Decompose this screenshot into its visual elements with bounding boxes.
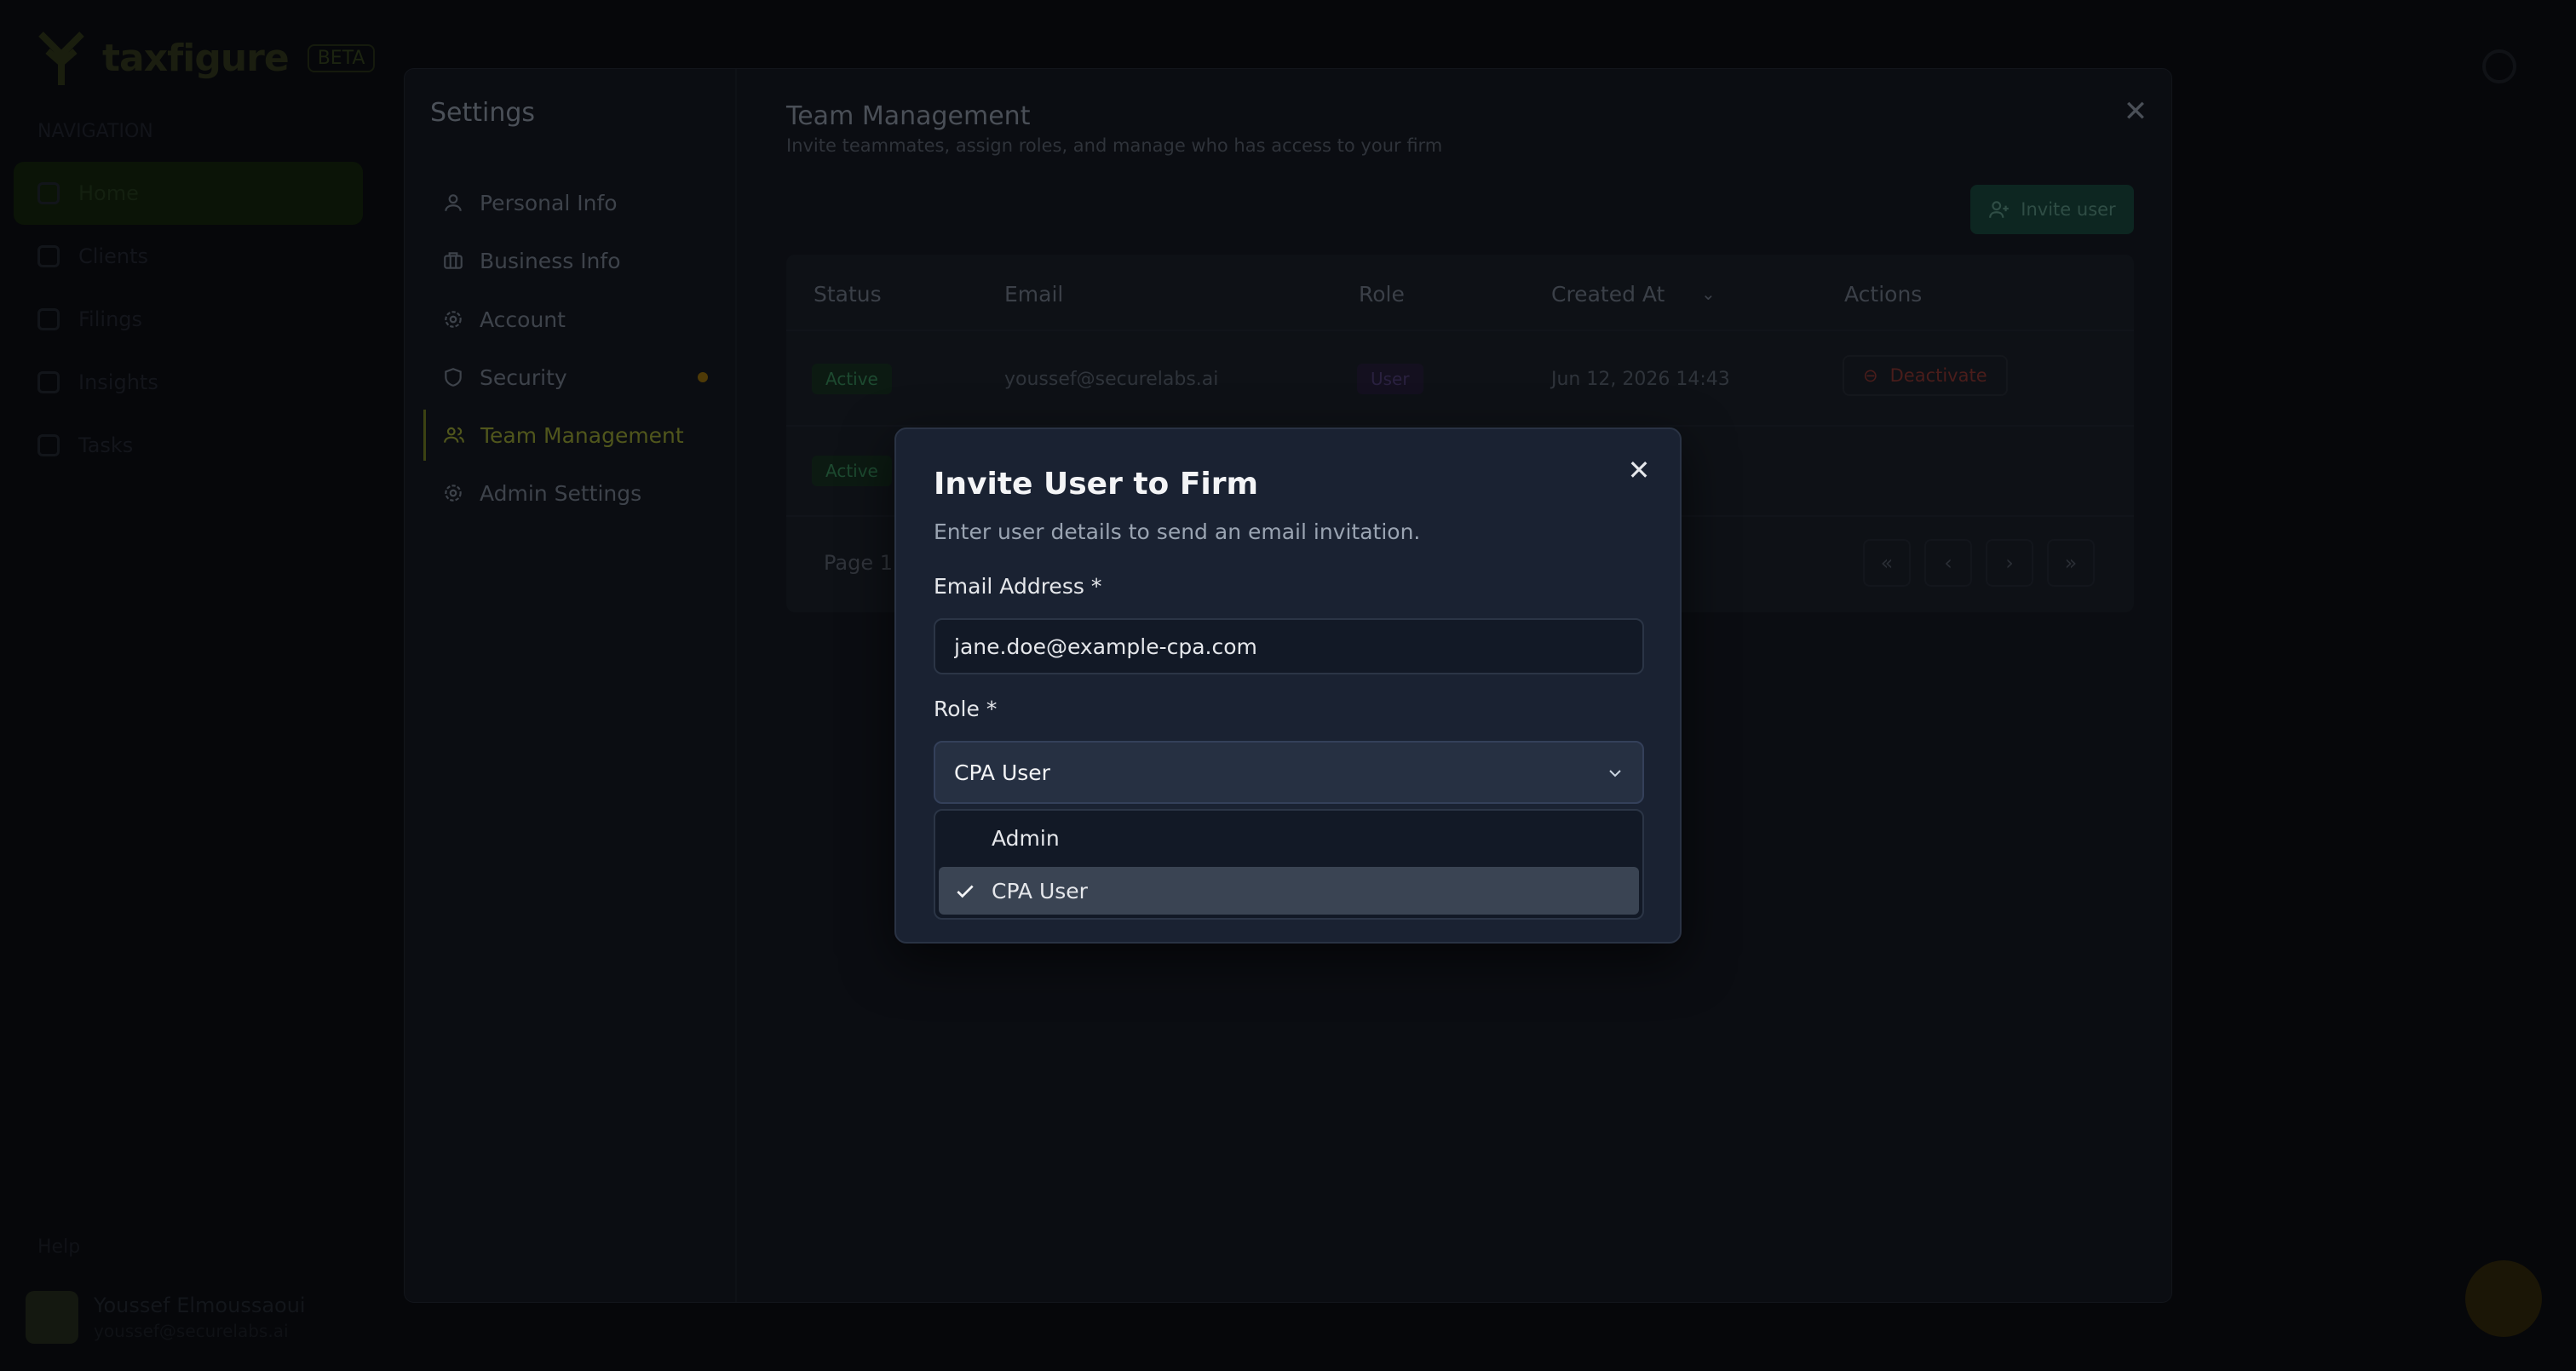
filings-icon <box>37 308 60 330</box>
role-dropdown: Admin CPA User <box>934 809 1644 920</box>
chevron-down-icon <box>1609 770 1621 777</box>
app-nav-item-filings[interactable]: Filings <box>14 288 363 351</box>
briefcase-icon <box>444 252 463 269</box>
close-icon[interactable]: ✕ <box>1622 453 1656 487</box>
settings-title: Settings <box>430 98 536 128</box>
role-option-cpa-user[interactable]: CPA User <box>939 867 1639 915</box>
user-icon <box>445 194 462 211</box>
settings-item-label: Personal Info <box>480 190 618 215</box>
role-select[interactable]: CPA User <box>934 741 1644 804</box>
user-minus-icon: ⊖ <box>1863 365 1878 386</box>
app-nav-label: Clients <box>78 244 148 268</box>
modal-title: Invite User to Firm <box>934 467 1259 502</box>
nav-caption: NAVIGATION <box>37 121 153 142</box>
check-icon <box>957 885 974 898</box>
app-nav-item-tasks[interactable]: Tasks <box>14 414 363 477</box>
modal-subtitle: Enter user details to send an email invi… <box>934 519 1421 544</box>
column-email: Email <box>1004 282 1064 307</box>
settings-item-label: Security <box>480 364 567 390</box>
security-alert-dot <box>698 372 708 382</box>
status-badge: Active <box>812 364 892 394</box>
avatar <box>26 1291 78 1344</box>
settings-item-label: Admin Settings <box>480 480 642 506</box>
page-title: Team Management <box>786 101 1031 131</box>
row-divider <box>786 425 2134 427</box>
invite-user-modal: Invite User to Firm Enter user details t… <box>894 427 1682 944</box>
role-option-admin[interactable]: Admin <box>939 814 1639 862</box>
shield-icon <box>445 368 462 387</box>
app-nav-label: Tasks <box>78 433 134 457</box>
app-nav-item-home[interactable]: Home <box>14 162 363 225</box>
clients-icon <box>37 245 60 267</box>
settings-item-team-management[interactable]: Team Management <box>423 410 713 461</box>
prev-page-button[interactable]: ‹ <box>1924 539 1972 587</box>
settings-item-label: Business Info <box>480 248 621 273</box>
gear-icon[interactable] <box>2482 49 2516 83</box>
settings-item-label: Account <box>480 307 566 332</box>
settings-item-business-info[interactable]: Business Info <box>425 235 715 286</box>
help-link[interactable]: Help <box>37 1236 80 1258</box>
app-nav-label: Insights <box>78 370 158 394</box>
user-profile[interactable]: Youssef Elmoussaoui youssef@securelabs.a… <box>26 1291 306 1344</box>
users-icon <box>444 427 464 443</box>
role-badge: User <box>1357 364 1423 394</box>
column-created-at[interactable]: Created At <box>1551 282 1665 307</box>
settings-sidebar: Settings Personal Info Business Info Acc… <box>405 69 737 1302</box>
app-nav-item-clients[interactable]: Clients <box>14 225 363 288</box>
deactivate-button[interactable]: ⊖ Deactivate <box>1843 355 2008 396</box>
role-option-label: CPA User <box>992 878 1088 903</box>
column-status: Status <box>814 282 882 307</box>
user-email: youssef@securelabs.ai <box>94 1321 289 1341</box>
settings-item-personal-info[interactable]: Personal Info <box>425 177 715 228</box>
insights-icon <box>37 371 60 393</box>
tasks-icon <box>37 434 60 456</box>
column-role: Role <box>1359 282 1405 307</box>
settings-item-security[interactable]: Security <box>425 352 715 403</box>
brand-badge: BETA <box>307 43 376 72</box>
logo: taxfigure BETA <box>32 29 376 87</box>
app-nav-label: Home <box>78 181 139 205</box>
invite-user-button[interactable]: Invite user <box>1970 185 2134 234</box>
home-icon <box>37 182 60 204</box>
row-created-at: Jun 12, 2026 14:43 <box>1551 369 1730 390</box>
app-nav: Home Clients Filings Insights Tasks <box>14 162 363 477</box>
logo-icon <box>38 32 84 85</box>
chat-button[interactable] <box>2465 1260 2542 1337</box>
email-label: Email Address * <box>934 574 1102 599</box>
user-plus-icon <box>1989 201 2010 218</box>
app-nav-item-insights[interactable]: Insights <box>14 351 363 414</box>
row-email: youssef@securelabs.ai <box>1004 369 1219 390</box>
first-page-button[interactable]: « <box>1863 539 1911 587</box>
settings-item-label: Team Management <box>480 422 684 448</box>
close-settings-button[interactable]: ✕ <box>2119 95 2153 129</box>
app-nav-label: Filings <box>78 307 143 331</box>
role-option-label: Admin <box>992 825 1060 851</box>
status-badge: Active <box>812 456 892 486</box>
role-select-value: CPA User <box>954 760 1050 785</box>
sort-chevron-icon[interactable]: ⌄ <box>1701 284 1716 304</box>
table-header: Status Email Role Created At ⌄ Actions <box>786 255 2134 331</box>
deactivate-label: Deactivate <box>1889 365 1987 386</box>
gear-icon <box>445 485 462 502</box>
role-label: Role * <box>934 697 998 721</box>
next-page-button[interactable]: › <box>1986 539 2033 587</box>
user-name: Youssef Elmoussaoui <box>94 1294 306 1317</box>
settings-item-admin-settings[interactable]: Admin Settings <box>425 468 715 519</box>
page-subtitle: Invite teammates, assign roles, and mana… <box>786 135 1443 156</box>
invite-user-label: Invite user <box>2021 199 2116 220</box>
last-page-button[interactable]: » <box>2047 539 2095 587</box>
column-actions: Actions <box>1844 282 1923 307</box>
app-sidebar: taxfigure BETA NAVIGATION Home Clients F… <box>0 0 376 1371</box>
brand-name: taxfigure <box>102 36 290 80</box>
gear-icon <box>445 311 462 328</box>
settings-item-account[interactable]: Account <box>425 294 715 345</box>
email-field[interactable] <box>934 618 1644 674</box>
